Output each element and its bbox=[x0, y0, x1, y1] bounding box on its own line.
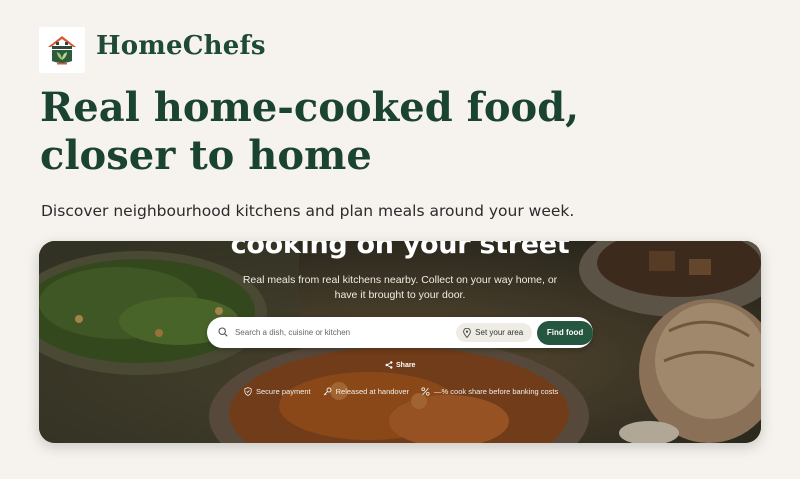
hero-banner: cooking on your street Real meals from r… bbox=[39, 241, 761, 443]
search-bar: Set your area Find food bbox=[207, 317, 593, 348]
page-headline: Real home-cooked food, closer to home bbox=[40, 84, 680, 180]
share-icon bbox=[385, 361, 393, 369]
headline-line-1: Real home-cooked food, bbox=[40, 84, 580, 131]
trust-secure-payment-label: Secure payment bbox=[256, 387, 311, 396]
share-button[interactable]: Share bbox=[385, 361, 415, 369]
find-food-button[interactable]: Find food bbox=[537, 320, 593, 345]
search-icon bbox=[218, 326, 230, 339]
set-area-label: Set your area bbox=[475, 328, 524, 337]
search-input[interactable] bbox=[234, 328, 451, 337]
set-area-button[interactable]: Set your area bbox=[456, 323, 533, 342]
brand-name[interactable]: HomeChefs bbox=[96, 31, 266, 61]
share-label: Share bbox=[396, 361, 416, 369]
hero-title: cooking on your street bbox=[230, 241, 570, 260]
trust-released-handover-label: Released at handover bbox=[335, 387, 410, 396]
page-subtitle: Discover neighbourhood kitchens and plan… bbox=[41, 202, 575, 220]
trust-cook-share-label: —% cook share before banking costs bbox=[434, 387, 559, 396]
trust-released-handover: Released at handover bbox=[323, 387, 409, 396]
trust-secure-payment: Secure payment bbox=[244, 387, 311, 396]
house-with-leaves-icon bbox=[48, 36, 76, 65]
percent-icon bbox=[421, 387, 430, 396]
brand-logo[interactable] bbox=[39, 27, 85, 73]
headline-line-2: closer to home bbox=[40, 132, 372, 179]
shield-icon bbox=[244, 387, 252, 396]
key-icon bbox=[323, 387, 332, 396]
location-pin-icon bbox=[463, 327, 472, 338]
hero-description: Real meals from real kitchens nearby. Co… bbox=[242, 274, 558, 301]
trust-badges: Secure payment Released at handover —% c… bbox=[244, 387, 558, 396]
trust-cook-share: —% cook share before banking costs bbox=[421, 387, 558, 396]
